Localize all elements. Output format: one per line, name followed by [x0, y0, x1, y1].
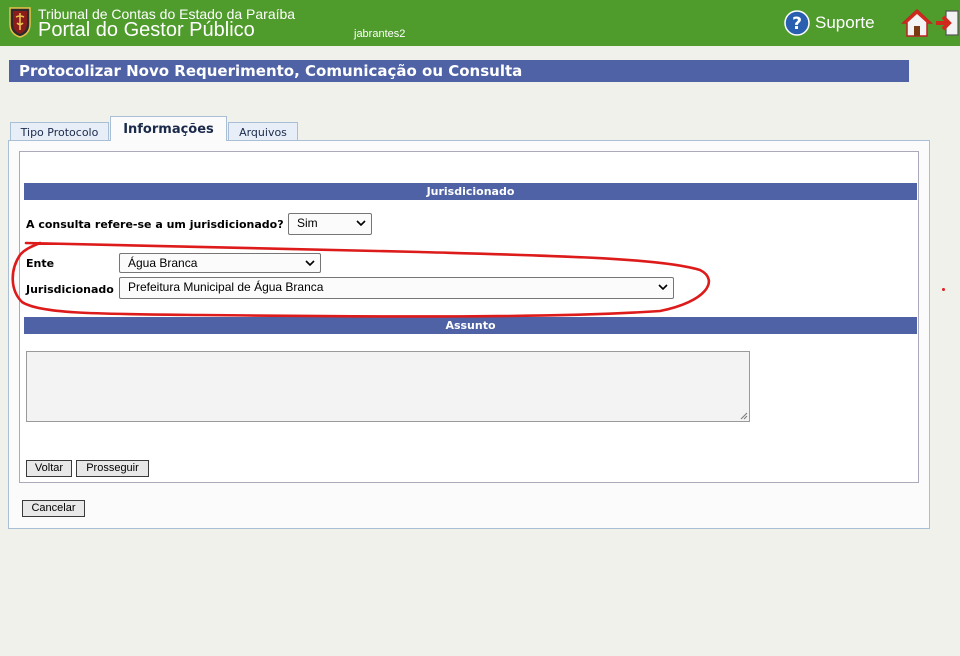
- tab-informacoes[interactable]: Informações: [110, 116, 227, 141]
- tab-tipo-protocolo[interactable]: Tipo Protocolo: [10, 122, 109, 141]
- jurisdicionado-select-value: Prefeitura Municipal de Água Branca: [128, 280, 324, 294]
- cancel-button[interactable]: Cancelar: [22, 500, 85, 517]
- section-header-jurisdicionado: Jurisdicionado: [24, 183, 917, 200]
- logo-emblem: [9, 7, 31, 38]
- tab-arquivos[interactable]: Arquivos: [228, 122, 298, 141]
- home-icon[interactable]: [901, 8, 933, 38]
- ente-select[interactable]: Água Branca: [119, 253, 321, 273]
- next-button[interactable]: Prosseguir: [76, 460, 149, 477]
- question-label: A consulta refere-se a um jurisdicionado…: [26, 218, 284, 231]
- assunto-textarea[interactable]: [26, 351, 750, 422]
- resize-handle-icon[interactable]: [740, 412, 748, 420]
- chevron-down-icon: [305, 260, 315, 267]
- annotation-dot: [942, 288, 945, 291]
- help-icon: ?: [784, 10, 810, 36]
- chevron-down-icon: [356, 220, 366, 227]
- page-title: Protocolizar Novo Requerimento, Comunica…: [9, 60, 909, 82]
- jurisdicionado-label: Jurisdicionado: [26, 283, 114, 296]
- app-header: Tribunal de Contas do Estado da Paraíba …: [0, 0, 960, 46]
- jurisdicionado-select[interactable]: Prefeitura Municipal de Água Branca: [119, 277, 674, 299]
- section-header-assunto: Assunto: [24, 317, 917, 334]
- support-label: Suporte: [815, 13, 875, 32]
- svg-text:?: ?: [792, 14, 802, 34]
- portal-title: Portal do Gestor Público: [38, 19, 255, 41]
- ente-label: Ente: [26, 257, 55, 270]
- support-link[interactable]: ? Suporte: [784, 10, 875, 36]
- back-button[interactable]: Voltar: [26, 460, 72, 477]
- ente-select-value: Água Branca: [128, 256, 198, 270]
- exit-icon[interactable]: [934, 8, 960, 38]
- question-select-value: Sim: [297, 216, 318, 230]
- chevron-down-icon: [658, 284, 668, 291]
- question-select[interactable]: Sim: [288, 213, 372, 235]
- username: jabrantes2: [354, 28, 406, 40]
